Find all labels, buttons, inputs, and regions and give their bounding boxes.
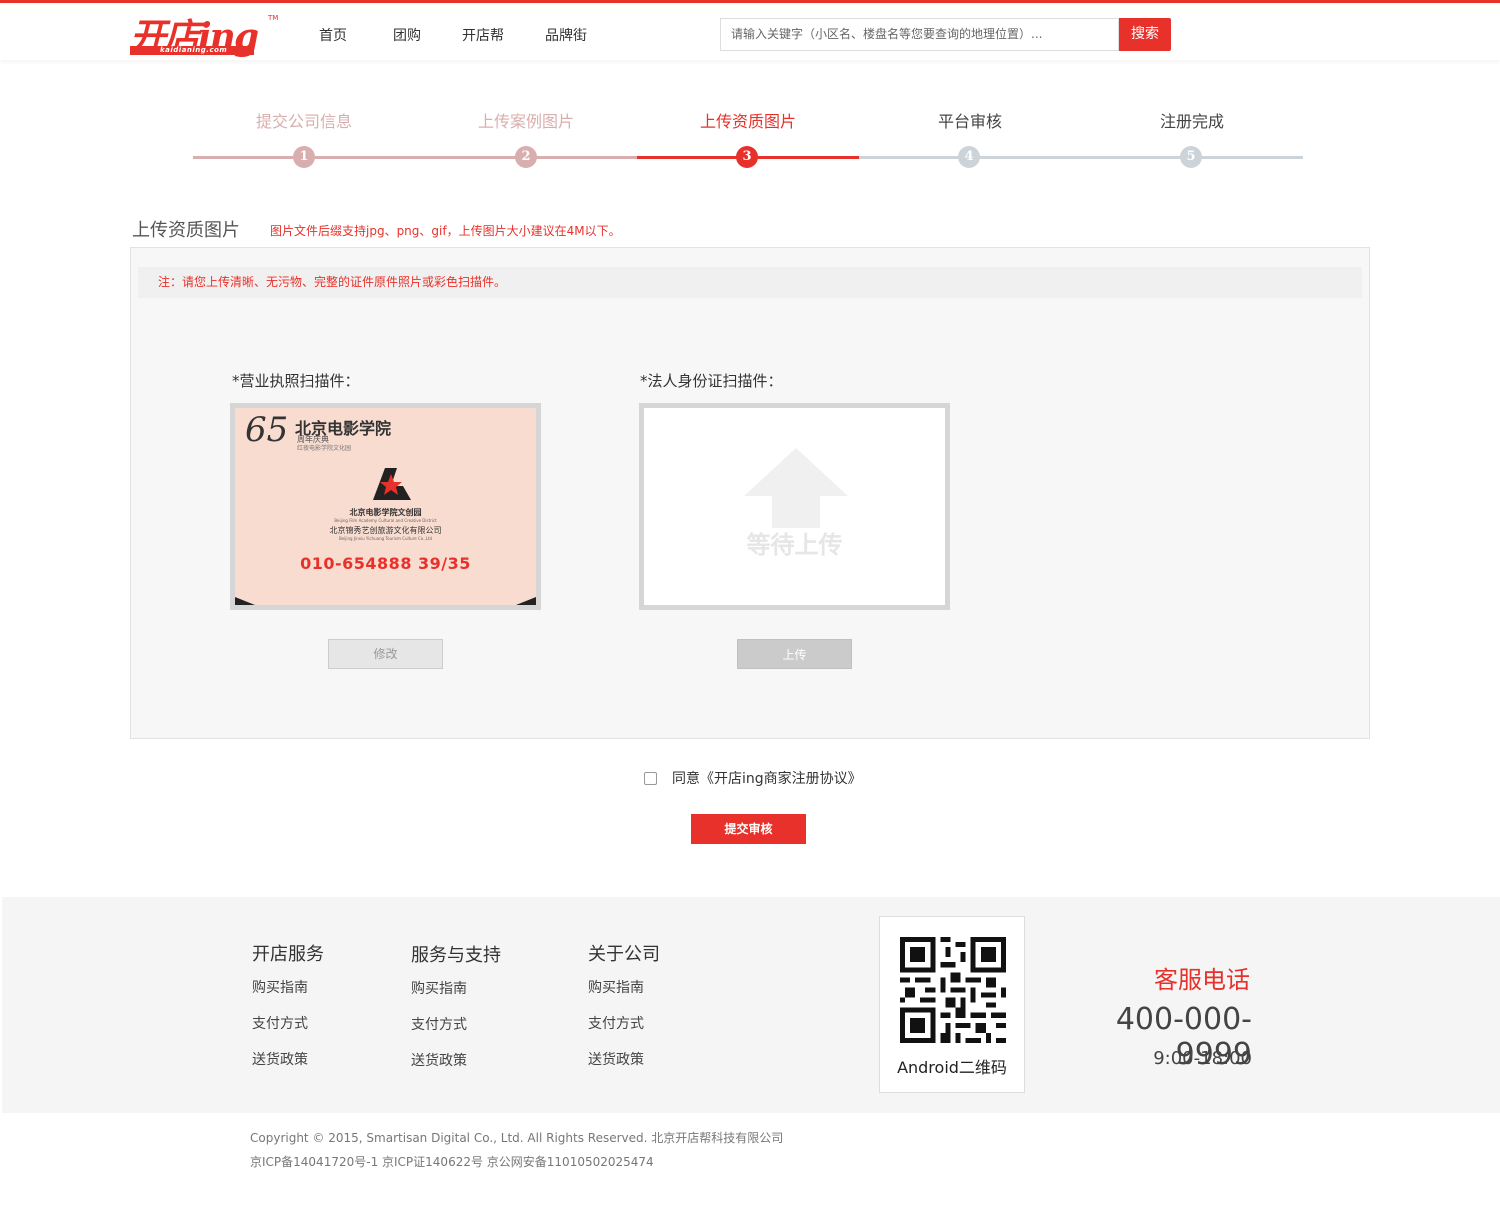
footer-col2-link1[interactable]: 购买指南 bbox=[411, 978, 467, 998]
card-line4: Beijing Jinxiu Yichuang Tourism Culture … bbox=[338, 536, 433, 541]
footer-col2-link2[interactable]: 支付方式 bbox=[411, 1014, 467, 1034]
service-phone-title: 客服电话 bbox=[1154, 966, 1250, 994]
footer-col1-link3[interactable]: 送货政策 bbox=[252, 1049, 308, 1069]
step-3-label: 上传资质图片 bbox=[699, 112, 796, 131]
step-4-label: 平台审核 bbox=[937, 112, 1002, 131]
nav-home[interactable]: 首页 bbox=[319, 25, 347, 45]
qr-code-card: Android二维码 bbox=[879, 916, 1025, 1093]
logo[interactable]: 开店ing TM kaidianing.com bbox=[130, 10, 279, 58]
upload-note: 注：请您上传清晰、无污物、完整的证件原件照片或彩色扫描件。 bbox=[138, 267, 1362, 298]
card-anniversary-number: 65 bbox=[245, 410, 289, 450]
icp-text: 京ICP备14041720号-1 京ICP证140622号 京公网安备11010… bbox=[250, 1155, 654, 1169]
nav-group-buy[interactable]: 团购 bbox=[393, 25, 421, 45]
footer-col1-link2[interactable]: 支付方式 bbox=[252, 1013, 308, 1033]
film-star-logo bbox=[373, 468, 411, 500]
card-line2: Beijing Film Academy Cultural and Creati… bbox=[334, 518, 437, 523]
upload-hint: 图片文件后缀支持jpg、png、gif，上传图片大小建议在4M以下。 bbox=[270, 224, 621, 238]
submit-review-button[interactable]: 提交审核 bbox=[691, 814, 806, 844]
search-button[interactable]: 搜索 bbox=[1119, 18, 1171, 51]
copyright-text: Copyright © 2015, Smartisan Digital Co.,… bbox=[250, 1131, 784, 1145]
logo-trademark: TM bbox=[268, 14, 279, 22]
step-1-circle: 1 bbox=[293, 146, 315, 168]
card-phone: 010-654888 39/35 bbox=[300, 554, 471, 573]
footer-col2-link3[interactable]: 送货政策 bbox=[411, 1050, 467, 1070]
step-bar-pending bbox=[859, 156, 1303, 159]
footer-col2-title: 服务与支持 bbox=[411, 945, 501, 966]
card-line3: 北京锦秀艺创旅游文化有限公司 bbox=[329, 526, 442, 535]
id-card-image-frame[interactable]: 等待上传 bbox=[639, 403, 950, 610]
license-label: *营业执照扫描件： bbox=[232, 372, 360, 390]
card-corner-marks bbox=[235, 597, 536, 605]
step-5-circle: 5 bbox=[1180, 146, 1202, 168]
footer bbox=[2, 897, 1500, 1113]
service-hours: 9:00-18:00 bbox=[1153, 1048, 1252, 1069]
step-4-circle: 4 bbox=[958, 146, 980, 168]
search-input[interactable]: 请输入关键字（小区名、楼盘名等您要查询的地理位置）... bbox=[720, 18, 1119, 51]
footer-col3-link2[interactable]: 支付方式 bbox=[588, 1013, 644, 1033]
step-2-circle: 2 bbox=[515, 146, 537, 168]
footer-col3-title: 关于公司 bbox=[588, 944, 660, 965]
upload-arrow-icon bbox=[744, 448, 848, 528]
logo-domain: kaidianing.com bbox=[130, 46, 254, 55]
card-line1: 北京电影学院文创园 bbox=[349, 508, 422, 517]
step-5-label: 注册完成 bbox=[1159, 112, 1224, 131]
section-title: 上传资质图片 bbox=[132, 220, 240, 241]
step-bar-done bbox=[193, 156, 637, 159]
card-sub2: 红夜电影学院文化园 bbox=[297, 445, 352, 452]
step-2-label: 上传案例图片 bbox=[477, 112, 574, 131]
agreement-checkbox[interactable] bbox=[644, 772, 657, 785]
waiting-upload-text: 等待上传 bbox=[746, 531, 843, 559]
nav-kaidianbang[interactable]: 开店帮 bbox=[462, 25, 504, 45]
agreement-row[interactable]: 同意《开店ing商家注册协议》 bbox=[644, 768, 862, 788]
license-image-frame[interactable]: 65 北京电影学院 周年庆典 红夜电影学院文化园 北京电影学院文创园 Beiji… bbox=[230, 403, 541, 610]
page: { "header": { "logo_text": "开店ing", "log… bbox=[0, 0, 1500, 1218]
step-1-label: 提交公司信息 bbox=[255, 112, 352, 131]
id-card-label: *法人身份证扫描件： bbox=[640, 372, 783, 390]
qr-code-label: Android二维码 bbox=[897, 1058, 1007, 1077]
id-card-placeholder: 等待上传 bbox=[644, 408, 945, 605]
upload-button[interactable]: 上传 bbox=[737, 639, 852, 669]
header: 开店ing TM kaidianing.com 首页 团购 开店帮 品牌街 请输… bbox=[0, 3, 1500, 60]
footer-col1-link1[interactable]: 购买指南 bbox=[252, 977, 308, 997]
agreement-label[interactable]: 同意《开店ing商家注册协议》 bbox=[672, 771, 862, 787]
footer-col3-link3[interactable]: 送货政策 bbox=[588, 1049, 644, 1069]
nav-brand-street[interactable]: 品牌街 bbox=[545, 25, 587, 45]
footer-col1-title: 开店服务 bbox=[252, 944, 324, 965]
qr-code-icon bbox=[900, 937, 1006, 1043]
modify-button[interactable]: 修改 bbox=[328, 639, 443, 669]
license-image: 65 北京电影学院 周年庆典 红夜电影学院文化园 北京电影学院文创园 Beiji… bbox=[235, 408, 536, 605]
footer-col3-link1[interactable]: 购买指南 bbox=[588, 977, 644, 997]
step-3-circle: 3 bbox=[736, 146, 758, 168]
